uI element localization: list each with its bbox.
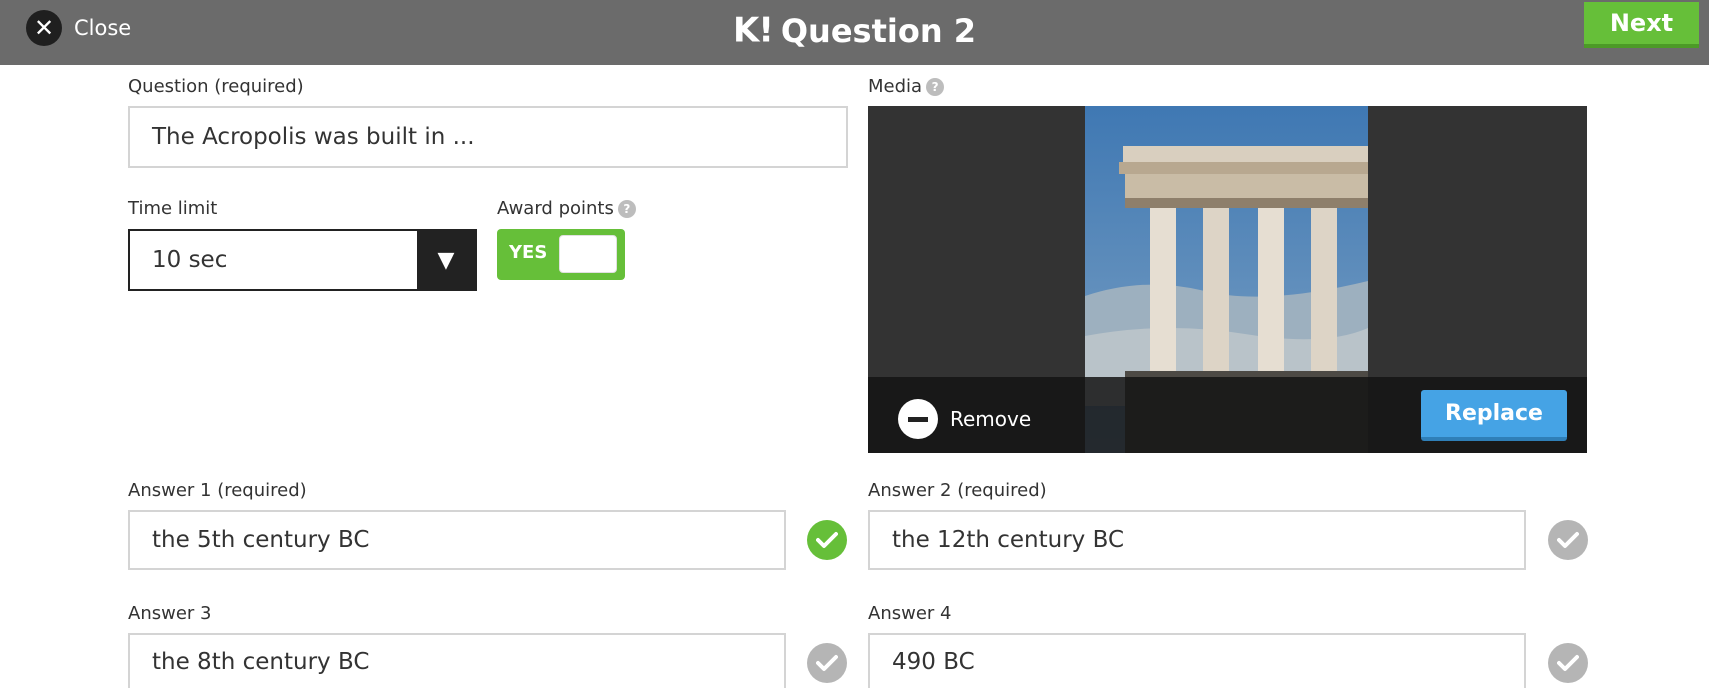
question-label: Question (required) [128,76,304,97]
help-icon[interactable]: ? [617,200,636,218]
answer-2-label: Answer 2 (required) [868,480,1047,501]
media-text: Media [868,76,923,97]
check-icon [1557,532,1579,548]
media-actions-bar: Remove Replace [868,377,1587,453]
top-bar: ✕ Close K! Question 2 Next [0,0,1709,65]
answer-1-label: Answer 1 (required) [128,480,307,501]
answer-3-correct-toggle[interactable] [807,643,847,683]
award-points-text: Award points [497,198,614,219]
media-label: Media? [868,76,945,97]
answer-1-correct-toggle[interactable] [807,520,847,560]
help-icon[interactable]: ? [926,78,945,96]
remove-label: Remove [950,407,1032,431]
check-icon [816,655,838,671]
minus-circle-icon [898,399,938,439]
answer-4-correct-toggle[interactable] [1548,643,1588,683]
replace-media-button[interactable]: Replace [1421,390,1567,441]
next-button[interactable]: Next [1584,2,1699,48]
page-title: K! Question 2 [0,6,1709,54]
award-points-label: Award points? [497,198,636,219]
time-limit-select[interactable]: 10 sec ▼ [128,229,477,291]
answer-2-correct-toggle[interactable] [1548,520,1588,560]
answer-3-label: Answer 3 [128,603,212,624]
answer-4-input[interactable]: 490 BC [868,633,1526,688]
check-icon [816,532,838,548]
answer-2-input[interactable]: the 12th century BC [868,510,1526,570]
toggle-knob[interactable] [559,235,617,273]
time-limit-label: Time limit [128,198,218,219]
award-points-toggle[interactable]: YES [497,229,625,280]
time-limit-value: 10 sec [152,247,228,273]
kahoot-logo: K! [732,10,774,51]
answer-1-input[interactable]: the 5th century BC [128,510,786,570]
triangle-down-icon: ▼ [417,231,475,289]
media-panel: Remove Replace [868,106,1587,453]
check-icon [1557,655,1579,671]
remove-media-button[interactable]: Remove [898,399,1031,439]
answer-3-input[interactable]: the 8th century BC [128,633,786,688]
question-input[interactable]: The Acropolis was built in ... [128,106,848,168]
toggle-label: YES [509,242,548,263]
answer-4-label: Answer 4 [868,603,952,624]
question-title: Question 2 [780,11,977,50]
